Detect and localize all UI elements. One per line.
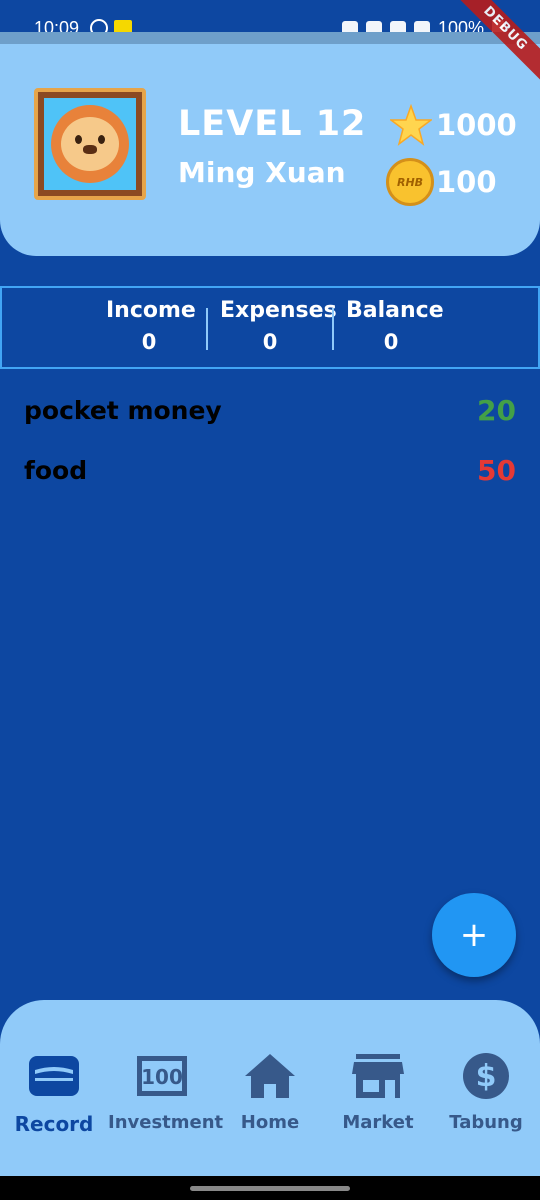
coin-icon: RHB [386,158,434,206]
expenses-summary: Expenses 0 [220,296,337,358]
nav-item-tabung[interactable]: $ Tabung [432,1052,540,1133]
nav-label-home: Home [240,1112,300,1133]
income-summary: Income 0 [106,296,196,358]
summary-divider [332,308,334,350]
balance-label: Balance [346,298,444,323]
transaction-amount: 50 [477,453,516,487]
nav-label-tabung: Tabung [449,1112,523,1133]
transaction-amount: 20 [477,393,516,427]
player-name: Ming Xuan [178,156,346,189]
star-icon [390,104,432,146]
list-item[interactable]: food 50 [24,450,516,490]
wallet-icon [29,1056,79,1096]
expenses-value: 0 [262,330,278,354]
stars-counter: 1000 [390,104,517,146]
nav-item-record[interactable]: Record [0,1052,108,1136]
nav-label-investment: Investment [108,1112,224,1133]
lion-avatar-icon [44,98,136,190]
balance-value: 0 [383,330,399,354]
nav-item-investment[interactable]: 100 Investment [108,1052,224,1133]
lion-face [61,117,119,171]
lion-eye-right [98,135,105,144]
nav-item-home[interactable]: Home [216,1052,324,1133]
balance-summary: Balance 0 [346,296,444,358]
income-value: 0 [141,330,157,354]
home-icon [245,1054,295,1098]
status-overlay [0,32,540,44]
coins-counter: RHB 100 [386,158,497,206]
banknote-value: 100 [141,1065,183,1089]
svg-text:$: $ [476,1059,497,1094]
transaction-description: pocket money [24,395,222,425]
banknote-icon: 100 [137,1056,187,1096]
lion-eye-left [75,135,82,144]
plus-icon: + [459,915,489,955]
lion-nose [83,145,97,154]
stars-count: 1000 [436,108,517,142]
add-record-button[interactable]: + [432,893,516,977]
income-label: Income [106,298,196,323]
bottom-navigation: Record 100 Investment Home Market $ Tabu… [0,1000,540,1176]
nav-label-market: Market [342,1112,414,1133]
transaction-description: food [24,455,88,485]
summary-divider [206,308,208,350]
gesture-handle[interactable] [190,1186,350,1191]
coins-count: 100 [436,165,497,199]
summary-bar: Income 0 Expenses 0 Balance 0 [0,286,540,369]
level-label: LEVEL 12 [178,104,367,144]
avatar[interactable] [34,88,146,200]
lion-mane [51,105,129,183]
dollar-coin-icon: $ [463,1053,509,1099]
expenses-label: Expenses [220,298,337,323]
list-item[interactable]: pocket money 20 [24,390,516,430]
nav-item-market[interactable]: Market [324,1052,432,1133]
store-icon [352,1054,404,1098]
nav-label-record: Record [14,1112,94,1136]
